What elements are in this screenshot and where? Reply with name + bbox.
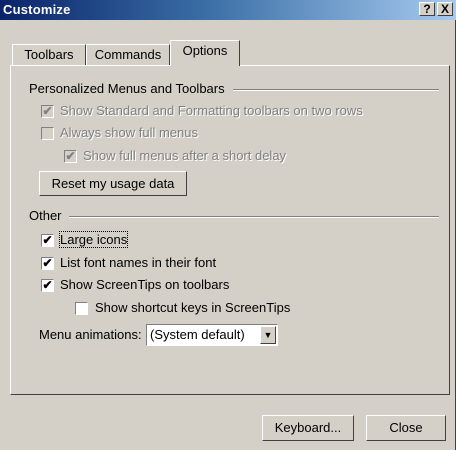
customize-dialog: Customize ? X Toolbars Commands Options … [0,0,456,450]
keyboard-button-label: Keyboard... [274,420,342,435]
two-rows-checkbox[interactable]: ✔ [41,105,54,118]
menu-animations-value: (System default) [150,327,245,342]
font-names-checkbox[interactable]: ✔ [41,257,54,270]
other-section-title: Other [29,208,62,223]
keyboard-button[interactable]: Keyboard... [262,415,354,441]
window-title: Customize [3,2,71,17]
menu-animations-select[interactable]: (System default) ▼ [146,324,278,346]
tab-options[interactable]: Options [170,40,240,66]
large-icons-checkbox[interactable]: ✔ [41,234,54,247]
options-panel: Personalized Menus and Toolbars ✔ Show S… [10,65,450,395]
check-icon: ✔ [65,149,76,163]
menu-animations-label: Menu animations: [39,327,142,342]
full-menus-checkbox[interactable] [41,127,54,140]
screentips-checkbox[interactable]: ✔ [41,279,54,292]
close-button-label: Close [389,420,423,435]
check-icon: ✔ [42,104,53,118]
tab-options-label: Options [182,43,228,58]
shortcut-keys-checkbox[interactable] [75,302,88,315]
close-icon: X [440,2,449,16]
personalized-section-title: Personalized Menus and Toolbars [29,81,225,96]
check-icon: ✔ [42,256,53,270]
reset-usage-label: Reset my usage data [51,176,175,191]
close-button[interactable]: Close [366,415,446,441]
tab-toolbars[interactable]: Toolbars [12,44,86,66]
two-rows-label: Show Standard and Formatting toolbars on… [60,103,363,118]
tab-commands-label: Commands [94,47,162,62]
title-bar: Customize ? X [0,0,456,20]
large-icons-label: Large icons [58,231,129,248]
close-window-button[interactable]: X [437,2,453,16]
help-icon: ? [423,2,431,16]
full-menus-label: Always show full menus [60,125,198,140]
shortcut-keys-label: Show shortcut keys in ScreenTips [95,300,291,315]
tab-commands[interactable]: Commands [86,44,170,66]
help-button[interactable]: ? [419,2,435,16]
check-icon: ✔ [42,233,53,247]
screentips-label: Show ScreenTips on toolbars [60,277,230,292]
delay-label: Show full menus after a short delay [83,148,287,163]
tab-toolbars-label: Toolbars [24,47,74,62]
section-divider [69,216,439,218]
check-icon: ✔ [42,278,53,292]
font-names-label: List font names in their font [60,255,217,270]
chevron-down-icon[interactable]: ▼ [260,326,276,344]
reset-usage-button[interactable]: Reset my usage data [39,171,187,196]
section-divider [233,89,439,91]
delay-checkbox[interactable]: ✔ [64,150,77,163]
